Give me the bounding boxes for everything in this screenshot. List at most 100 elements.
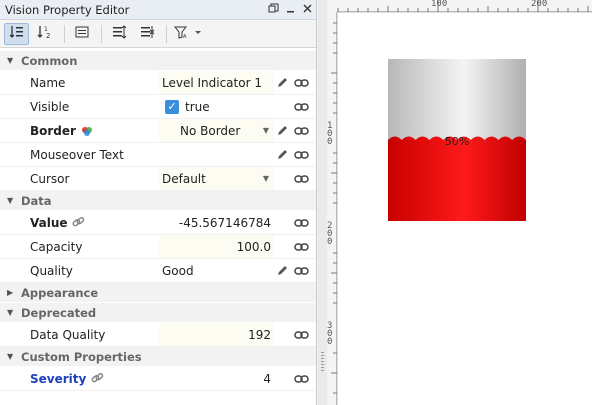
binding-link-icon[interactable] [293, 215, 309, 231]
collapse-triangle-icon: ▼ [7, 56, 14, 65]
property-label: Severity [0, 367, 159, 390]
property-row-value[interactable]: Value -45.567146784 [0, 211, 316, 235]
property-row-data-quality[interactable]: Data Quality 192 [0, 323, 316, 347]
mouseover-text-field[interactable] [159, 143, 274, 166]
category-label: Data [21, 193, 52, 208]
visible-checkbox[interactable]: ✓ [165, 99, 179, 114]
svg-text:A: A [183, 34, 187, 40]
panel-splitter[interactable] [318, 0, 327, 405]
level-percent-label: 50% [445, 135, 469, 148]
chain-link-icon [71, 215, 87, 231]
property-label: Visible [0, 95, 159, 118]
binding-link-icon[interactable] [293, 75, 309, 91]
binding-link-icon[interactable] [293, 371, 309, 387]
splitter-grip[interactable] [321, 352, 324, 372]
binding-link-icon[interactable] [293, 99, 309, 115]
category-common[interactable]: ▼ Common [0, 51, 316, 71]
chevron-down-icon: ▼ [262, 174, 269, 183]
collapse-triangle-icon: ▼ [7, 352, 14, 361]
filter-icon: A [173, 24, 202, 43]
binding-link-icon[interactable] [293, 123, 309, 139]
expand-all-button[interactable] [106, 23, 131, 45]
property-row-severity[interactable]: Severity 4 [0, 367, 316, 391]
category-appearance[interactable]: ▶ Appearance [0, 283, 316, 303]
severity-label: Severity [30, 371, 87, 386]
level-fill-region [388, 136, 526, 221]
toolbar-separator [166, 24, 167, 43]
close-icon[interactable] [299, 3, 316, 17]
ruler-label-100: 100 [431, 0, 448, 9]
collapse-triangle-icon: ▼ [7, 196, 14, 205]
collapse-all-icon [139, 24, 155, 43]
sort-alphabetical-button[interactable]: 12 [32, 23, 57, 45]
property-row-name[interactable]: Name Level Indicator 1 [0, 71, 316, 95]
color-wheel-icon [79, 123, 95, 139]
filter-button[interactable]: A [171, 23, 205, 45]
ruler-label-200: 200 [531, 0, 548, 9]
designer-canvas-area: 100 200 1 0 0 2 0 0 3 0 0 50% [327, 0, 592, 405]
property-row-quality[interactable]: Quality Good [0, 259, 316, 283]
minimize-icon[interactable] [282, 3, 299, 17]
sort-categorized-button[interactable] [4, 22, 29, 45]
data-quality-field[interactable]: 192 [159, 323, 274, 346]
binding-link-icon[interactable] [293, 263, 309, 279]
details-icon [74, 24, 90, 43]
cursor-value: Default [162, 171, 206, 186]
binding-link-icon[interactable] [293, 239, 309, 255]
vertical-ruler: 1 0 0 2 0 0 3 0 0 [327, 12, 337, 405]
collapse-all-button[interactable] [134, 23, 159, 45]
value-field[interactable]: -45.567146784 [159, 211, 274, 234]
pencil-icon[interactable] [274, 263, 290, 279]
binding-link-icon[interactable] [293, 171, 309, 187]
capacity-field[interactable]: 100.0 [159, 235, 274, 258]
pencil-icon[interactable] [274, 147, 290, 163]
cursor-dropdown[interactable]: Default ▼ [159, 167, 274, 190]
property-row-capacity[interactable]: Capacity 100.0 [0, 235, 316, 259]
property-label: Border [0, 119, 159, 142]
category-data[interactable]: ▼ Data [0, 191, 316, 211]
property-row-border[interactable]: Border No Border ▼ [0, 119, 316, 143]
expand-all-icon [111, 24, 127, 43]
property-row-cursor[interactable]: Cursor Default ▼ [0, 167, 316, 191]
binding-link-icon[interactable] [293, 327, 309, 343]
visible-value: true [185, 99, 210, 114]
ruler-label-100-vertical: 1 0 0 [327, 121, 333, 147]
property-label: Value [0, 211, 159, 234]
border-label: Border [30, 123, 76, 138]
category-deprecated[interactable]: ▼ Deprecated [0, 303, 316, 323]
property-label: Data Quality [0, 323, 159, 346]
collapse-triangle-icon: ▼ [7, 308, 14, 317]
severity-field[interactable]: 4 [159, 367, 274, 390]
ruler-label-200-vertical: 2 0 0 [327, 221, 333, 247]
horizontal-ruler: 100 200 [337, 0, 592, 12]
level-indicator-graphic: 50% [388, 59, 526, 221]
category-label: Common [21, 53, 78, 68]
value-label: Value [30, 215, 68, 230]
restore-icon[interactable] [265, 3, 282, 17]
chevron-down-icon: ▼ [262, 126, 269, 135]
horizontal-ruler-ticks [337, 0, 589, 12]
level-indicator-component[interactable]: 50% [388, 59, 526, 221]
name-value-field[interactable]: Level Indicator 1 [159, 71, 274, 94]
quality-field[interactable]: Good [159, 259, 274, 282]
ruler-corner [327, 0, 337, 12]
category-label: Deprecated [21, 305, 97, 320]
property-label: Cursor [0, 167, 159, 190]
property-label: Name [0, 71, 159, 94]
property-label: Mouseover Text [0, 143, 159, 166]
border-value: No Border [180, 123, 241, 138]
expand-triangle-icon: ▶ [7, 288, 14, 297]
border-dropdown[interactable]: No Border ▼ [159, 119, 274, 142]
designer-page[interactable]: 50% [338, 13, 592, 405]
details-button[interactable] [69, 23, 94, 45]
binding-link-icon[interactable] [293, 147, 309, 163]
pencil-icon[interactable] [274, 75, 290, 91]
toolbar-separator [101, 24, 102, 43]
pencil-icon[interactable] [274, 123, 290, 139]
category-label: Appearance [21, 285, 99, 300]
property-row-mouseover[interactable]: Mouseover Text [0, 143, 316, 167]
property-row-visible[interactable]: Visible ✓ true [0, 95, 316, 119]
category-custom-properties[interactable]: ▼ Custom Properties [0, 347, 316, 367]
sort-categorized-icon [9, 24, 25, 43]
sort-alphabetical-icon: 12 [37, 24, 53, 43]
